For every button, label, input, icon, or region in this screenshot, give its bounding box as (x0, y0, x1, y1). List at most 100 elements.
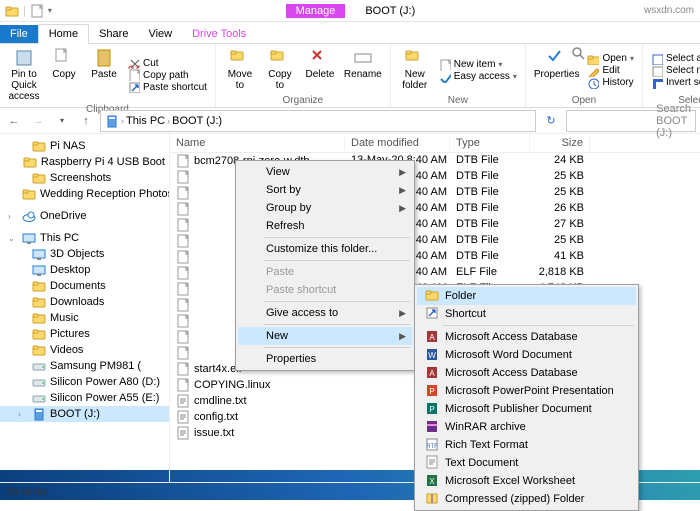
rename-button[interactable]: Rename (342, 46, 384, 95)
nav-item[interactable]: Silicon Power A80 (D:) (0, 374, 169, 390)
file-icon (176, 154, 190, 168)
menu-item[interactable]: Customize this folder... (238, 240, 412, 258)
menu-item[interactable]: View ▶ (238, 163, 412, 181)
nav-tree[interactable]: Pi NAS Raspberry Pi 4 USB Boot Screensho… (0, 134, 170, 482)
nav-item[interactable]: Samsung PM981 ( (0, 358, 169, 374)
drive-icon (32, 375, 46, 389)
expand-icon[interactable]: › (8, 212, 18, 221)
menu-item[interactable]: Folder (417, 287, 636, 305)
breadcrumb[interactable]: › This PC › BOOT (J:) (100, 110, 536, 132)
menu-item[interactable]: Rich Text Format (417, 436, 636, 454)
paste-button[interactable]: Paste (86, 46, 122, 104)
tab-view[interactable]: View (138, 25, 182, 43)
cut-button[interactable]: Cut (126, 57, 209, 69)
save-icon[interactable] (30, 4, 44, 18)
copy-button[interactable]: Copy (46, 46, 82, 104)
nav-item[interactable]: 3D Objects (0, 246, 169, 262)
menu-item[interactable]: Microsoft Access Database (417, 328, 636, 346)
context-menu[interactable]: View ▶ Sort by ▶ Group by ▶ Refresh Cust… (235, 160, 415, 371)
nav-item[interactable]: Screenshots (0, 170, 169, 186)
search-input[interactable]: Search BOOT (J:) (566, 110, 696, 132)
menu-item[interactable]: Text Document (417, 454, 636, 472)
new-submenu[interactable]: Folder Shortcut Microsoft Access Databas… (414, 284, 639, 511)
menu-item[interactable]: Microsoft Excel Worksheet (417, 472, 636, 490)
nav-item[interactable]: › BOOT (J:) (0, 406, 169, 422)
doc-icon (32, 279, 46, 293)
nav-item[interactable]: Downloads (0, 294, 169, 310)
menu-item[interactable]: Microsoft Access Database (417, 364, 636, 382)
expand-icon[interactable]: ⌄ (8, 234, 18, 243)
col-name[interactable]: Name (170, 134, 345, 152)
tab-share[interactable]: Share (89, 25, 138, 43)
pin-quick-access-button[interactable]: Pin to Quick access (6, 46, 42, 104)
select-all-button[interactable]: Select all (649, 53, 700, 65)
titlebar: | ▾ Manage BOOT (J:) wsxdn.com (0, 0, 700, 22)
col-date[interactable]: Date modified (345, 134, 450, 152)
nav-item[interactable]: Documents (0, 278, 169, 294)
zip-icon (425, 491, 441, 507)
menu-item[interactable]: Compressed (zipped) Folder (417, 490, 636, 508)
nav-item[interactable]: › OneDrive (0, 208, 169, 224)
tab-file[interactable]: File (0, 25, 38, 43)
txt-icon (176, 394, 190, 408)
menu-label: Shortcut (445, 308, 486, 320)
menu-item[interactable]: Group by ▶ (238, 199, 412, 217)
pin-icon (14, 48, 34, 68)
menu-item[interactable]: Give access to ▶ (238, 304, 412, 322)
nav-item[interactable]: Music (0, 310, 169, 326)
menu-item[interactable]: Shortcut (417, 305, 636, 323)
copy-path-button[interactable]: Copy path (126, 69, 209, 81)
move-to-button[interactable]: Move to (222, 46, 258, 95)
delete-button[interactable]: Delete (302, 46, 338, 95)
nav-back-button[interactable]: ← (4, 111, 24, 131)
menu-item[interactable]: Microsoft Word Document (417, 346, 636, 364)
col-size[interactable]: Size (530, 134, 590, 152)
menu-item[interactable]: Microsoft PowerPoint Presentation (417, 382, 636, 400)
paste-shortcut-button[interactable]: Paste shortcut (126, 81, 209, 93)
nav-label: Downloads (50, 296, 104, 308)
tab-drive-tools[interactable]: Drive Tools (182, 25, 256, 43)
nav-up-button[interactable]: ↑ (76, 111, 96, 131)
menu-label: Microsoft PowerPoint Presentation (445, 385, 614, 397)
folder-icon (5, 4, 19, 18)
pc-icon (22, 231, 36, 245)
nav-item[interactable]: Videos (0, 342, 169, 358)
file-size: 41 KB (530, 249, 590, 265)
col-type[interactable]: Type (450, 134, 530, 152)
qat-drop[interactable]: ▾ (48, 6, 52, 15)
nav-item[interactable]: ⌄ This PC (0, 230, 169, 246)
nav-item[interactable]: Silicon Power A55 (E:) (0, 390, 169, 406)
copy-to-button[interactable]: Copy to (262, 46, 298, 95)
tab-home[interactable]: Home (38, 24, 89, 44)
refresh-button[interactable]: ↻ (540, 114, 562, 127)
easy-access-button[interactable]: Easy access ▾ (437, 71, 519, 83)
select-none-button[interactable]: Select none (649, 65, 700, 77)
new-folder-button[interactable]: New folder (397, 46, 433, 95)
file-icon (176, 170, 190, 184)
copyto-icon (270, 48, 290, 68)
menu-item[interactable]: Refresh (238, 217, 412, 235)
menu-item[interactable]: Properties (238, 350, 412, 368)
menu-item[interactable]: WinRAR archive (417, 418, 636, 436)
menu-item[interactable]: New ▶ (238, 327, 412, 345)
manage-contextual-tab[interactable]: Manage (286, 4, 346, 18)
menu-item[interactable]: Sort by ▶ (238, 181, 412, 199)
new-item-button[interactable]: New item ▾ (437, 59, 519, 71)
nav-item[interactable]: Raspberry Pi 4 USB Boot (0, 154, 169, 170)
crumb-thispc[interactable]: This PC (126, 115, 165, 127)
crumb-drive[interactable]: BOOT (J:) (172, 115, 222, 127)
file-name: cmdline.txt (194, 395, 247, 407)
file-icon (176, 330, 190, 344)
menu-item[interactable]: Microsoft Publisher Document (417, 400, 636, 418)
nav-recent-button[interactable]: ▾ (52, 111, 72, 131)
nav-label: Silicon Power A80 (D:) (50, 376, 160, 388)
nav-item[interactable]: Desktop (0, 262, 169, 278)
menu-separator (264, 347, 410, 348)
expand-icon[interactable]: › (18, 410, 28, 419)
nav-forward-button[interactable]: → (28, 111, 48, 131)
nav-item[interactable]: Pictures (0, 326, 169, 342)
nav-item[interactable]: Wedding Reception Photos (0, 186, 169, 202)
invert-selection-button[interactable]: Invert selection (649, 77, 700, 89)
nav-item[interactable]: Pi NAS (0, 138, 169, 154)
file-size: 2,818 KB (530, 265, 590, 281)
